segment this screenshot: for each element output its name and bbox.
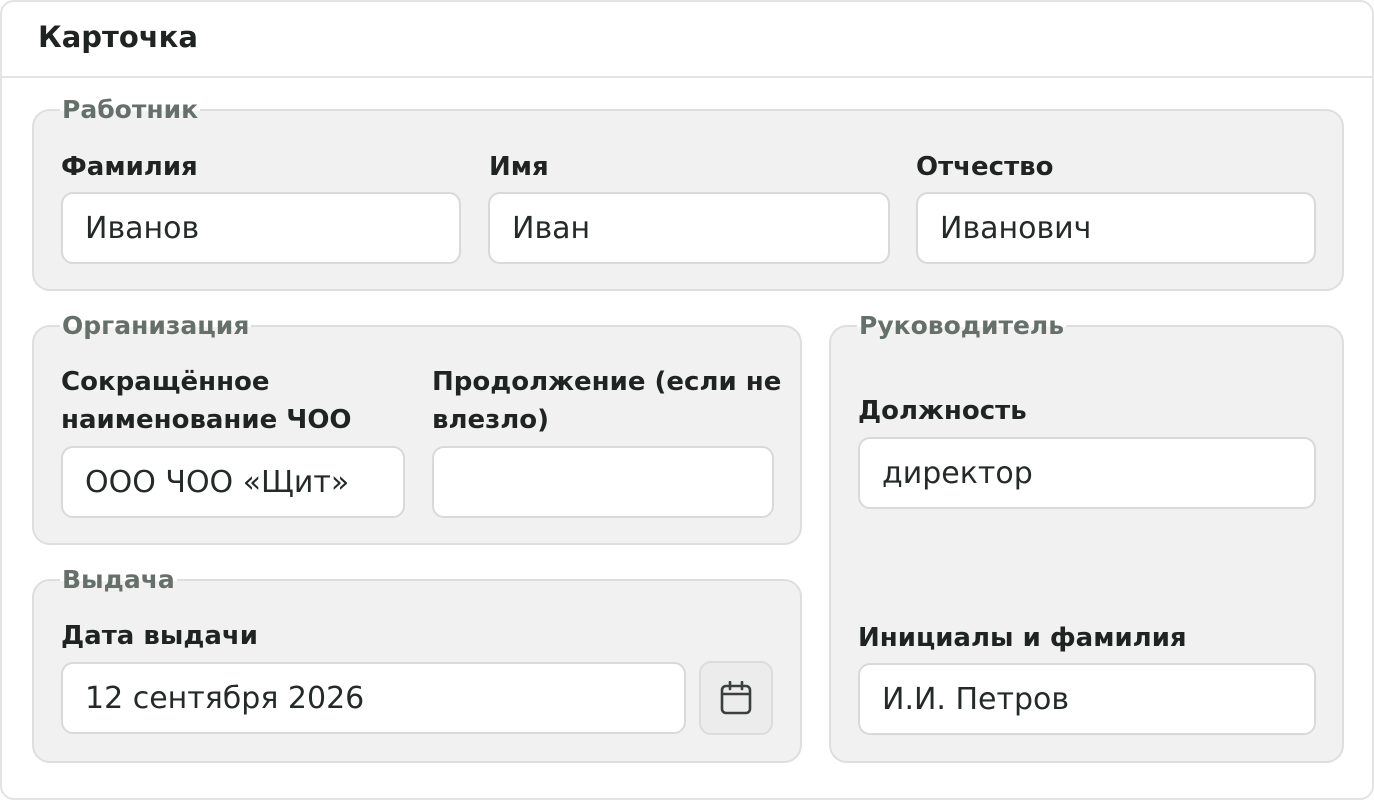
short-name-label-line2: наименование ЧОО [61, 405, 352, 435]
manager-legend: Руководитель [857, 311, 1067, 341]
position-input[interactable] [858, 437, 1316, 509]
calendar-icon [720, 681, 752, 715]
manager-name-label: Инициалы и фамилия [858, 623, 1187, 653]
short-name-label-line1: Сокращённое [61, 367, 270, 397]
organization-group: Организация Сокращённое наименование ЧОО… [32, 311, 802, 545]
patronymic-input[interactable] [916, 192, 1316, 264]
organization-legend: Организация [60, 311, 252, 341]
issue-date-input[interactable] [61, 662, 686, 734]
issue-date-label: Дата выдачи [61, 621, 258, 651]
short-name-input[interactable] [61, 446, 405, 518]
first-name-label: Имя [489, 152, 549, 182]
last-name-label: Фамилия [61, 152, 198, 182]
manager-group: Руководитель Должность Инициалы и фамили… [829, 311, 1344, 763]
continuation-label-line2: влезло) [432, 405, 550, 435]
first-name-input[interactable] [488, 192, 890, 264]
employee-legend: Работник [60, 95, 201, 125]
continuation-input[interactable] [432, 446, 774, 518]
continuation-label-line1: Продолжение (если не [432, 367, 782, 397]
issue-legend: Выдача [60, 565, 177, 595]
issue-group: Выдача Дата выдачи [32, 565, 802, 763]
manager-name-input[interactable] [858, 663, 1316, 735]
last-name-input[interactable] [61, 192, 461, 264]
card-title: Карточка [38, 20, 198, 54]
position-label: Должность [858, 396, 1027, 426]
employee-group: Работник Фамилия Имя Отчество [32, 95, 1344, 291]
patronymic-label: Отчество [916, 152, 1054, 182]
card-header: Карточка [2, 2, 1372, 78]
calendar-button[interactable] [699, 661, 773, 735]
